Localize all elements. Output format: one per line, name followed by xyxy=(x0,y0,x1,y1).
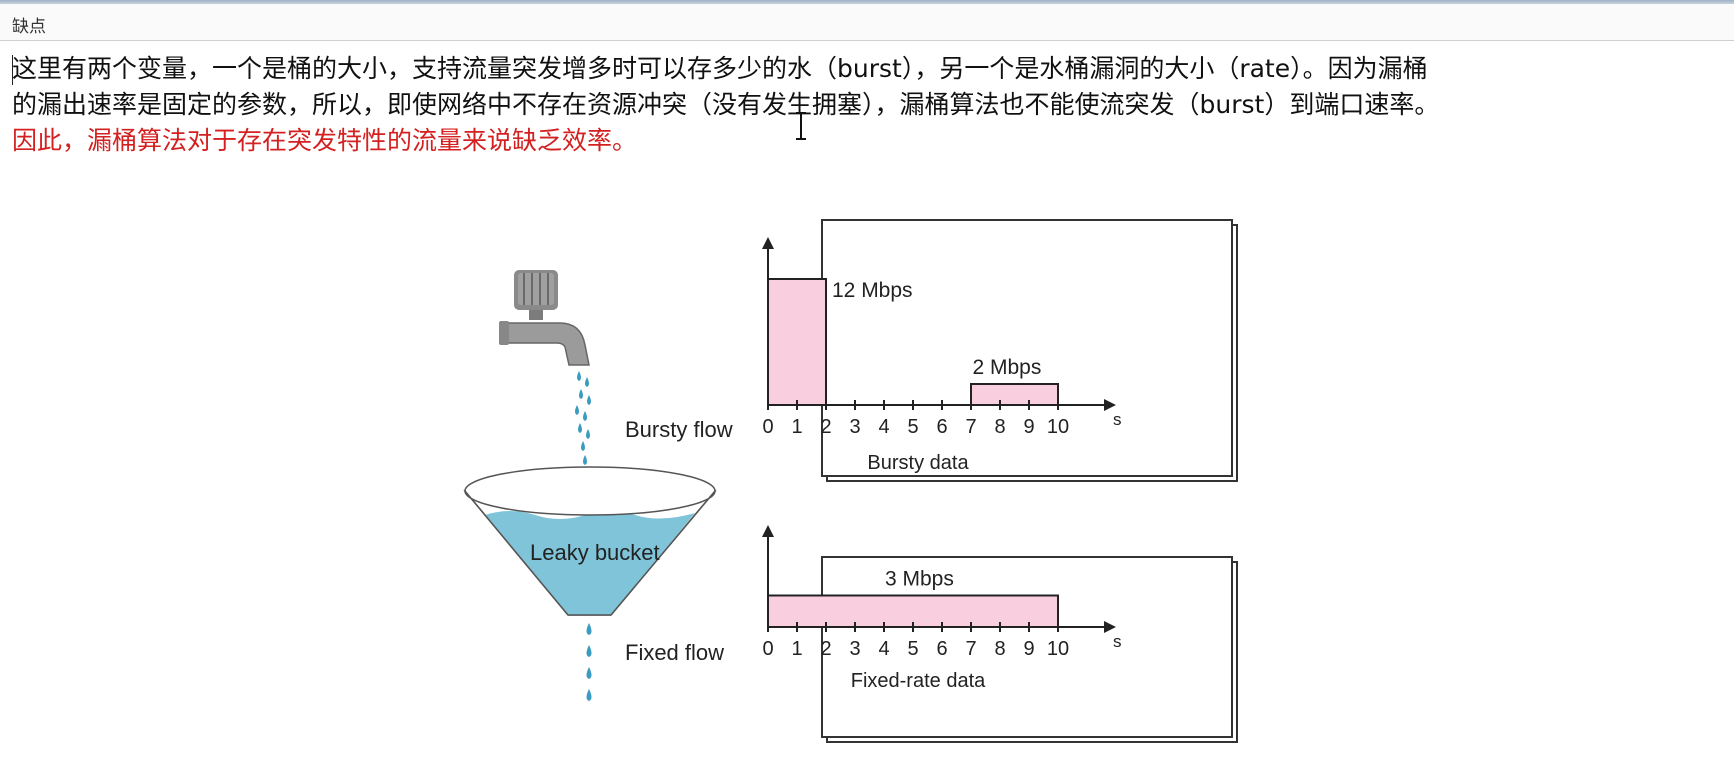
leaky-bucket-figure: Bursty flow Leaky bucket Fixed flow 12 M… xyxy=(295,215,1440,757)
x-tick-label: 2 xyxy=(820,638,831,660)
x-tick-label: 6 xyxy=(936,416,947,438)
x-tick-label: 9 xyxy=(1023,416,1034,438)
ibeam-cursor-icon xyxy=(796,112,806,140)
x-tick-label: 5 xyxy=(907,638,918,660)
paragraph-line-3-highlight: 因此，漏桶算法对于存在突发特性的流量来说缺乏效率。 xyxy=(12,126,638,155)
x-tick-label: 2 xyxy=(820,416,831,438)
paragraph-line-1: 这里有两个变量，一个是桶的大小，支持流量突发增多时可以存多少的水（burst），… xyxy=(12,54,1428,83)
y-axis-arrow-icon xyxy=(762,525,774,537)
x-tick-label: 10 xyxy=(1047,638,1069,660)
faucet-icon xyxy=(499,270,590,366)
chart-title: Bursty data xyxy=(867,452,969,474)
x-tick-label: 3 xyxy=(849,416,860,438)
chart-title: Fixed-rate data xyxy=(851,670,986,692)
x-tick-label: 4 xyxy=(878,638,889,660)
fixed-flow-label: Fixed flow xyxy=(625,640,724,665)
bar-segment xyxy=(970,383,1059,406)
x-axis-label: s xyxy=(1113,410,1122,429)
x-tick-label: 9 xyxy=(1023,638,1034,660)
data-label: 12 Mbps xyxy=(832,279,913,302)
bursty-water-drops-icon xyxy=(575,371,591,465)
x-tick-label: 1 xyxy=(791,638,802,660)
x-tick-label: 10 xyxy=(1047,416,1069,438)
note-editor[interactable]: 这里有两个变量，一个是桶的大小，支持流量突发增多时可以存多少的水（burst），… xyxy=(0,41,1734,757)
data-label: 2 Mbps xyxy=(973,356,1042,379)
x-tick-label: 7 xyxy=(965,416,976,438)
bar-segment xyxy=(767,278,827,406)
x-tick-label: 4 xyxy=(878,416,889,438)
x-tick-label: 8 xyxy=(994,638,1005,660)
figure-svg: Bursty flow Leaky bucket Fixed flow 12 M… xyxy=(463,219,1238,743)
text-caret xyxy=(12,55,13,85)
bursty-flow-label: Bursty flow xyxy=(625,417,733,442)
x-tick-label: 8 xyxy=(994,416,1005,438)
data-label: 3 Mbps xyxy=(885,568,954,591)
note-paragraph[interactable]: 这里有两个变量，一个是桶的大小，支持流量突发增多时可以存多少的水（burst），… xyxy=(12,51,1727,159)
x-tick-label: 0 xyxy=(762,638,773,660)
y-axis-arrow-icon xyxy=(762,237,774,249)
x-tick-label: 7 xyxy=(965,638,976,660)
leaky-bucket-label: Leaky bucket xyxy=(530,540,660,565)
x-tick-label: 3 xyxy=(849,638,860,660)
x-axis-label: s xyxy=(1113,632,1122,651)
note-title: 缺点 xyxy=(12,17,46,37)
x-tick-label: 1 xyxy=(791,416,802,438)
fixed-water-drops-icon xyxy=(586,623,592,701)
x-tick-label: 6 xyxy=(936,638,947,660)
paragraph-line-2: 的漏出速率是固定的参数，所以，即使网络中不存在资源冲突（没有发生拥塞），漏桶算法… xyxy=(12,90,1440,119)
x-tick-label: 5 xyxy=(907,416,918,438)
x-tick-label: 0 xyxy=(762,416,773,438)
note-header: 缺点 xyxy=(0,4,1734,41)
